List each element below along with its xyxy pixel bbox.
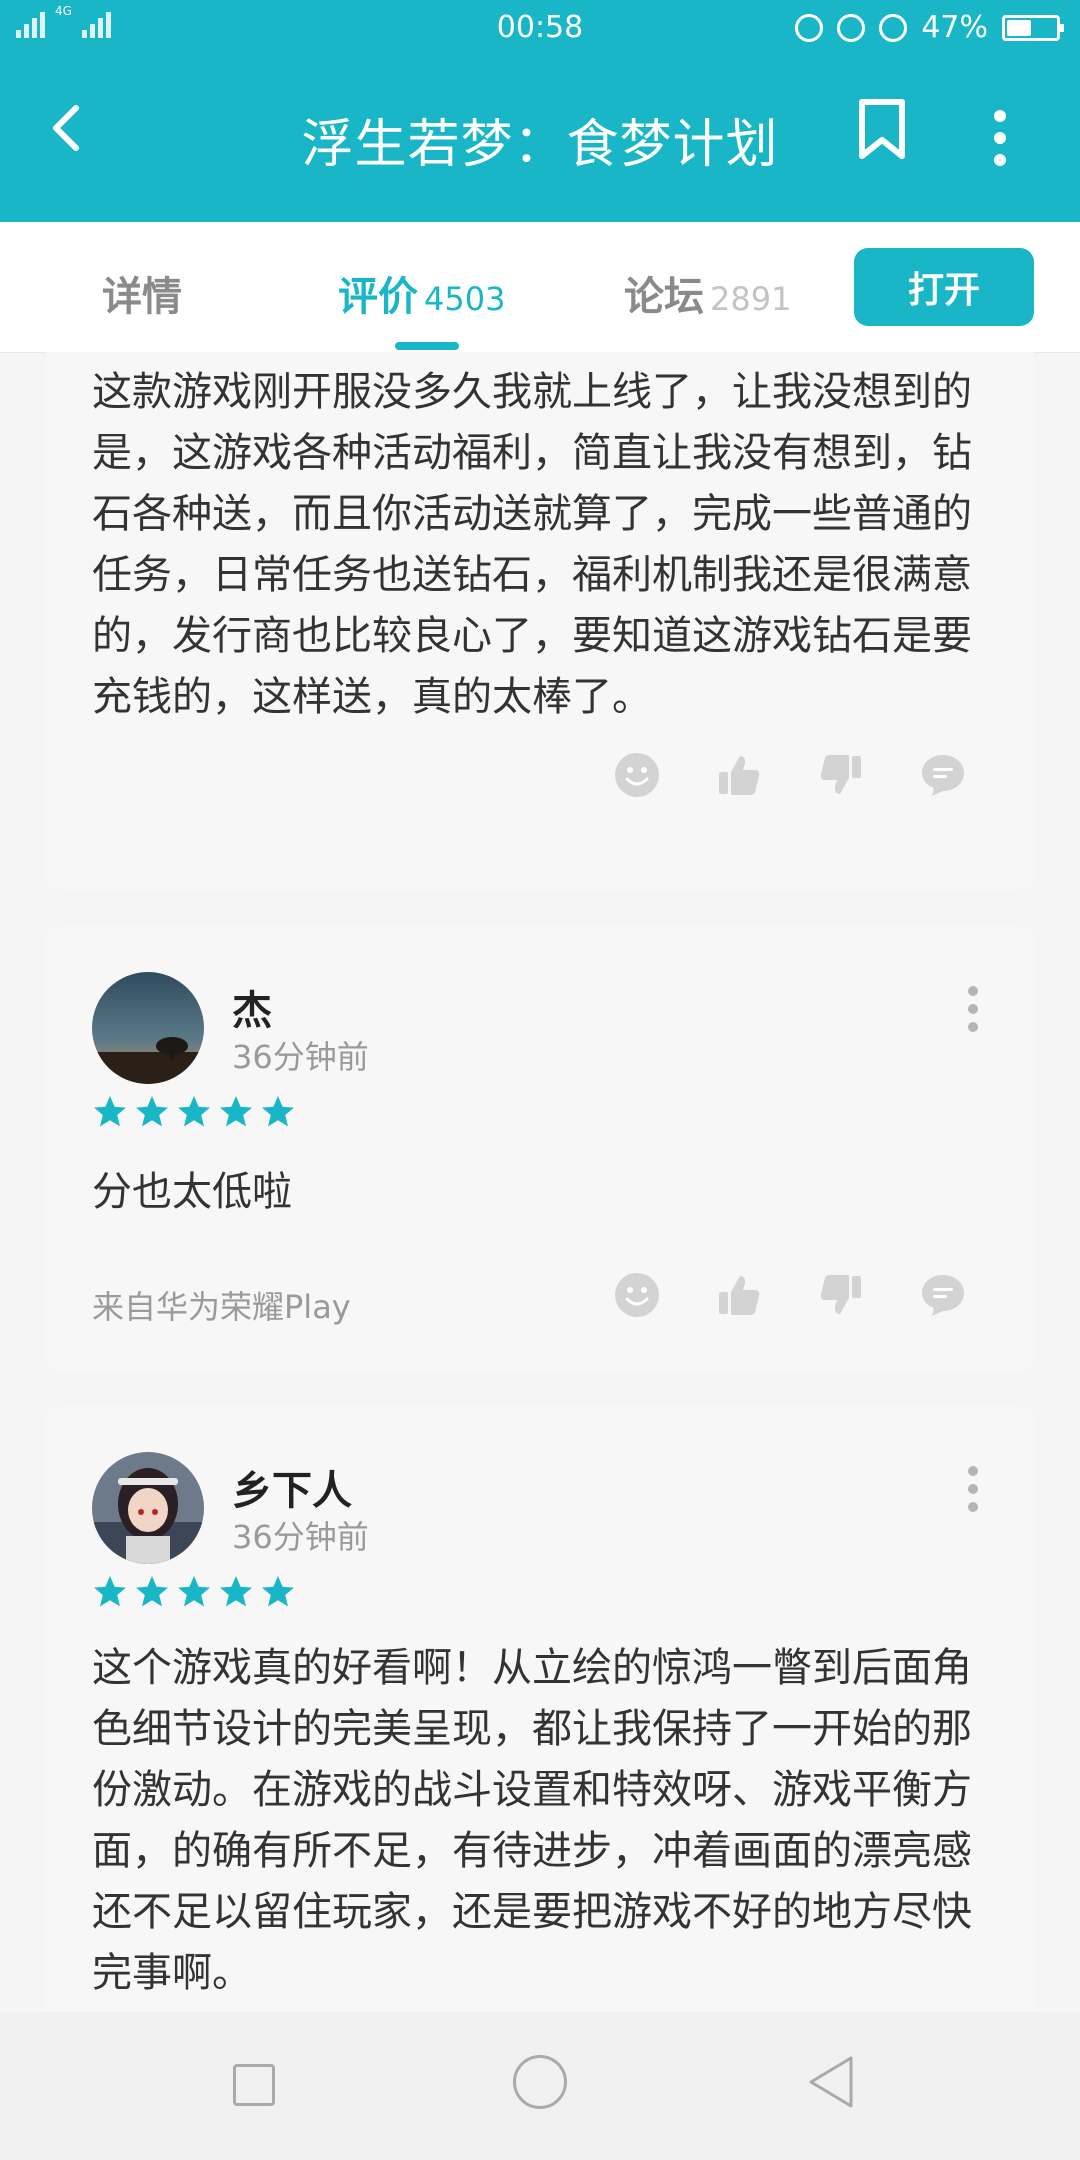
thumbs-down-icon[interactable] (818, 752, 864, 798)
thumbs-up-icon[interactable] (716, 752, 762, 798)
star-rating (92, 1574, 296, 1610)
smile-icon[interactable] (614, 752, 660, 798)
star-icon (262, 1096, 294, 1127)
review-card: 乡下人 36分钟前 这个游戏真的好看啊！从立绘的惊鸿一瞥到后面角色细节设计的完美… (46, 1406, 1034, 2012)
star-icon (178, 1576, 210, 1607)
alarm-icon (879, 13, 908, 42)
star-icon (136, 1096, 168, 1127)
thumbs-down-icon[interactable] (818, 1272, 864, 1318)
system-nav-bar (0, 2012, 1080, 2160)
comment-icon[interactable] (920, 1272, 966, 1318)
tab-forum[interactable]: 论坛 2891 (624, 264, 791, 322)
thumbs-up-icon[interactable] (716, 1272, 762, 1318)
battery-icon (1002, 14, 1064, 41)
more-vertical-icon[interactable] (968, 986, 978, 1040)
reviews-list[interactable]: 这款游戏刚开服没多久我就上线了，让我没想到的是，这游戏各种活动福利，简直让我没有… (0, 352, 1080, 2012)
page-title: 浮生若梦：食梦计划 (301, 115, 779, 175)
star-rating (92, 1094, 296, 1130)
forum-count: 2891 (710, 280, 792, 318)
star-icon (136, 1576, 168, 1607)
tab-indicator (395, 342, 459, 350)
star-icon (220, 1096, 252, 1127)
tab-reviews[interactable]: 评价 4503 (338, 264, 505, 322)
review-time: 36分钟前 (232, 1038, 369, 1076)
nav-home-icon[interactable] (513, 2055, 567, 2109)
avatar[interactable] (92, 1452, 204, 1564)
star-icon (220, 1576, 252, 1607)
rotation-lock-icon (837, 13, 866, 42)
avatar[interactable] (92, 972, 204, 1084)
nav-back-icon[interactable] (805, 2054, 857, 2110)
star-icon (94, 1576, 126, 1607)
review-text: 分也太低啦 (92, 1169, 292, 1215)
top-bar: 4G 00:58 47% 浮生若梦：食梦计划 (0, 0, 1080, 222)
username: 乡下人 (232, 1468, 352, 1514)
status-bar: 4G 00:58 47% (0, 0, 1080, 56)
review-text: 这个游戏真的好看啊！从立绘的惊鸿一瞥到后面角色细节设计的完美呈现，都让我保持了一… (92, 1645, 972, 1996)
review-source: 来自华为荣耀Play (92, 1288, 351, 1326)
comment-icon[interactable] (920, 752, 966, 798)
review-time: 36分钟前 (232, 1518, 369, 1556)
review-actions (614, 1272, 966, 1318)
review-text: 这款游戏刚开服没多久我就上线了，让我没想到的是，这游戏各种活动福利，简直让我没有… (92, 369, 972, 720)
smile-icon[interactable] (614, 1272, 660, 1318)
review-actions (614, 752, 966, 798)
nav-recent-icon[interactable] (233, 2064, 275, 2106)
review-card: 这款游戏刚开服没多久我就上线了，让我没想到的是，这游戏各种活动福利，简直让我没有… (46, 352, 1034, 890)
more-vertical-icon[interactable] (968, 1466, 978, 1520)
star-icon (94, 1096, 126, 1127)
star-icon (262, 1576, 294, 1607)
tab-details[interactable]: 详情 (102, 264, 182, 322)
bookmark-icon[interactable] (852, 96, 912, 162)
reviews-count: 4503 (424, 280, 506, 318)
star-icon (178, 1096, 210, 1127)
tab-bar: 详情 评价 4503 论坛 2891 打开 (0, 222, 1080, 353)
data-saver-icon (795, 13, 824, 42)
status-right: 47% (795, 10, 1064, 45)
battery-percent: 47% (921, 10, 988, 45)
username: 杰 (232, 988, 272, 1034)
open-button[interactable]: 打开 (854, 248, 1034, 326)
more-vertical-icon[interactable] (980, 108, 1020, 168)
app-bar: 浮生若梦：食梦计划 (0, 56, 1080, 222)
review-card: 杰 36分钟前 分也太低啦 来自华为荣耀Play (46, 926, 1034, 1372)
